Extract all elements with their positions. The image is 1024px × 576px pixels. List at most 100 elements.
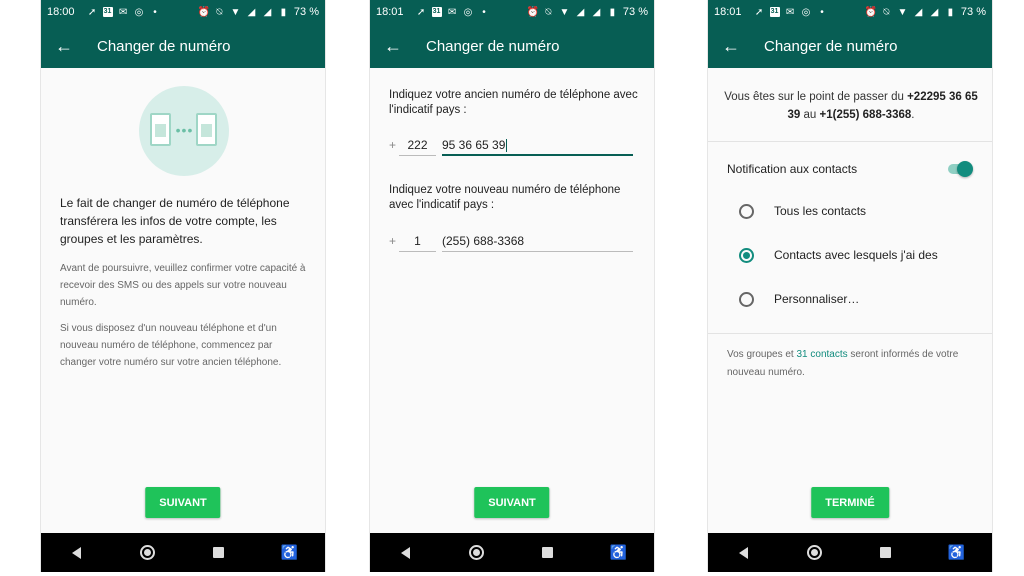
status-bar: 18:00 ➚ 31 ✉ ◎ • ⏰ ⍉ ▼ ◢ ◢ ▮ 73 %: [41, 0, 325, 24]
nav-recent-icon[interactable]: [533, 538, 563, 568]
divider: [708, 333, 992, 334]
phone-screen-confirm: 18:01 ➚ 31 ✉ ◎ • ⏰ ⍉ ▼ ◢ ◢ ▮ 73 % ← Chan…: [707, 0, 993, 572]
app-bar: ← Changer de numéro: [370, 24, 654, 68]
wifi-icon: ▼: [559, 6, 570, 18]
old-phone-number-input[interactable]: 95 36 65 39: [442, 136, 633, 156]
notification-dot-icon: •: [482, 6, 486, 18]
radio-option-label: Contacts avec lesquels j'ai des: [774, 248, 938, 262]
notify-contacts-toggle[interactable]: [948, 161, 973, 177]
battery-percent: 73 %: [293, 6, 319, 18]
sim-card-icon: [196, 113, 217, 146]
signal-2-icon: ◢: [263, 6, 272, 18]
accessibility-icon[interactable]: ♿: [942, 538, 972, 568]
done-button[interactable]: TERMINÉ: [811, 487, 889, 518]
nav-home-icon[interactable]: [800, 538, 830, 568]
page-title: Changer de numéro: [426, 37, 560, 55]
location-arrow-icon: ➚: [416, 6, 426, 18]
nav-back-icon[interactable]: [729, 538, 759, 568]
divider: [708, 141, 992, 142]
dots-icon: •••: [175, 122, 194, 138]
mail-icon: ✉: [447, 6, 457, 18]
instagram-icon: ◎: [801, 6, 811, 18]
calendar-icon: 31: [102, 7, 113, 17]
old-phone-number-value: 95 36 65 39: [442, 138, 506, 152]
location-arrow-icon: ➚: [87, 6, 97, 18]
phone-screen-numbers: 18:01 ➚ 31 ✉ ◎ • ⏰ ⍉ ▼ ◢ ◢ ▮ 73 % ← Chan…: [369, 0, 655, 572]
summary-prefix: Vous êtes sur le point de passer du: [724, 91, 908, 103]
battery-percent: 73 %: [622, 6, 648, 18]
back-arrow-icon[interactable]: ←: [41, 36, 87, 57]
old-plus-sign: +: [389, 138, 397, 152]
radio-option-chatted-contacts[interactable]: Contacts avec lesquels j'ai des: [708, 242, 992, 268]
radio-button[interactable]: [739, 247, 754, 263]
mail-icon: ✉: [118, 6, 128, 18]
back-arrow-icon[interactable]: ←: [370, 36, 416, 57]
notification-dot-icon: •: [820, 6, 824, 18]
app-bar: ← Changer de numéro: [41, 24, 325, 68]
old-country-code-value: 222: [407, 138, 428, 152]
status-bar: 18:01 ➚ 31 ✉ ◎ • ⏰ ⍉ ▼ ◢ ◢ ▮ 73 %: [370, 0, 654, 24]
accessibility-icon[interactable]: ♿: [604, 538, 634, 568]
intro-sms-note: Avant de poursuivre, veuillez confirmer …: [60, 263, 306, 308]
mute-icon: ⍉: [216, 6, 223, 18]
nav-home-icon[interactable]: [462, 538, 492, 568]
new-plus-sign: +: [389, 234, 397, 248]
alarm-icon: ⏰: [197, 6, 211, 18]
sim-card-icon: [150, 113, 171, 146]
nav-back-icon[interactable]: [391, 538, 421, 568]
numbers-content: Indiquez votre ancien numéro de téléphon…: [370, 68, 654, 533]
battery-percent: 73 %: [960, 6, 986, 18]
location-arrow-icon: ➚: [754, 6, 764, 18]
number-change-summary: Vous êtes sur le point de passer du +222…: [720, 88, 982, 124]
next-button[interactable]: SUIVANT: [474, 487, 550, 518]
new-phone-number-input[interactable]: (255) 688-3368: [442, 232, 633, 252]
intro-content: ••• Le fait de changer de numéro de télé…: [41, 68, 325, 533]
old-country-code-input[interactable]: 222: [399, 136, 436, 156]
summary-end: .: [911, 109, 915, 121]
radio-button[interactable]: [739, 203, 754, 219]
nav-bar: ♿: [370, 533, 654, 572]
screenshot-stage: 18:00 ➚ 31 ✉ ◎ • ⏰ ⍉ ▼ ◢ ◢ ▮ 73 % ← Chan…: [0, 0, 1024, 576]
calendar-icon: 31: [769, 7, 780, 17]
nav-recent-icon[interactable]: [204, 538, 234, 568]
nav-recent-icon[interactable]: [871, 538, 901, 568]
old-number-label: Indiquez votre ancien numéro de téléphon…: [389, 89, 638, 116]
mute-icon: ⍉: [883, 6, 890, 18]
signal-icon: ◢: [914, 6, 923, 18]
summary-new-number: +1(255) 688-3368: [819, 109, 912, 121]
nav-bar: ♿: [708, 533, 992, 572]
status-bar: 18:01 ➚ 31 ✉ ◎ • ⏰ ⍉ ▼ ◢ ◢ ▮ 73 %: [708, 0, 992, 24]
app-bar: ← Changer de numéro: [708, 24, 992, 68]
calendar-icon: 31: [431, 7, 442, 17]
nav-bar: ♿: [41, 533, 325, 572]
status-time: 18:01: [376, 6, 404, 18]
back-arrow-icon[interactable]: ←: [708, 36, 754, 57]
next-button[interactable]: SUIVANT: [145, 487, 221, 518]
nav-back-icon[interactable]: [62, 538, 92, 568]
notify-contacts-label: Notification aux contacts: [727, 162, 858, 176]
status-time: 18:01: [714, 6, 742, 18]
new-number-label: Indiquez votre nouveau numéro de télépho…: [389, 184, 621, 211]
nav-home-icon[interactable]: [133, 538, 163, 568]
status-time: 18:00: [47, 6, 75, 18]
mail-icon: ✉: [785, 6, 795, 18]
new-country-code-input[interactable]: 1: [399, 232, 436, 252]
notification-dot-icon: •: [153, 6, 157, 18]
radio-option-custom[interactable]: Personnaliser…: [708, 286, 992, 312]
page-title: Changer de numéro: [764, 37, 898, 55]
radio-button[interactable]: [739, 291, 754, 307]
contacts-count-link[interactable]: 31 contacts: [797, 349, 848, 360]
accessibility-icon[interactable]: ♿: [275, 538, 305, 568]
battery-icon: ▮: [947, 6, 954, 18]
intro-new-phone-note: Si vous disposez d'un nouveau téléphone …: [60, 323, 282, 368]
radio-option-all-contacts[interactable]: Tous les contacts: [708, 198, 992, 224]
signal-2-icon: ◢: [930, 6, 939, 18]
wifi-icon: ▼: [230, 6, 241, 18]
radio-option-label: Personnaliser…: [774, 292, 860, 306]
text-cursor: [506, 139, 508, 153]
new-phone-number-value: (255) 688-3368: [442, 234, 525, 248]
notify-contacts-row[interactable]: Notification aux contacts: [708, 156, 992, 182]
new-country-code-value: 1: [414, 234, 421, 248]
mute-icon: ⍉: [545, 6, 552, 18]
instagram-icon: ◎: [134, 6, 144, 18]
